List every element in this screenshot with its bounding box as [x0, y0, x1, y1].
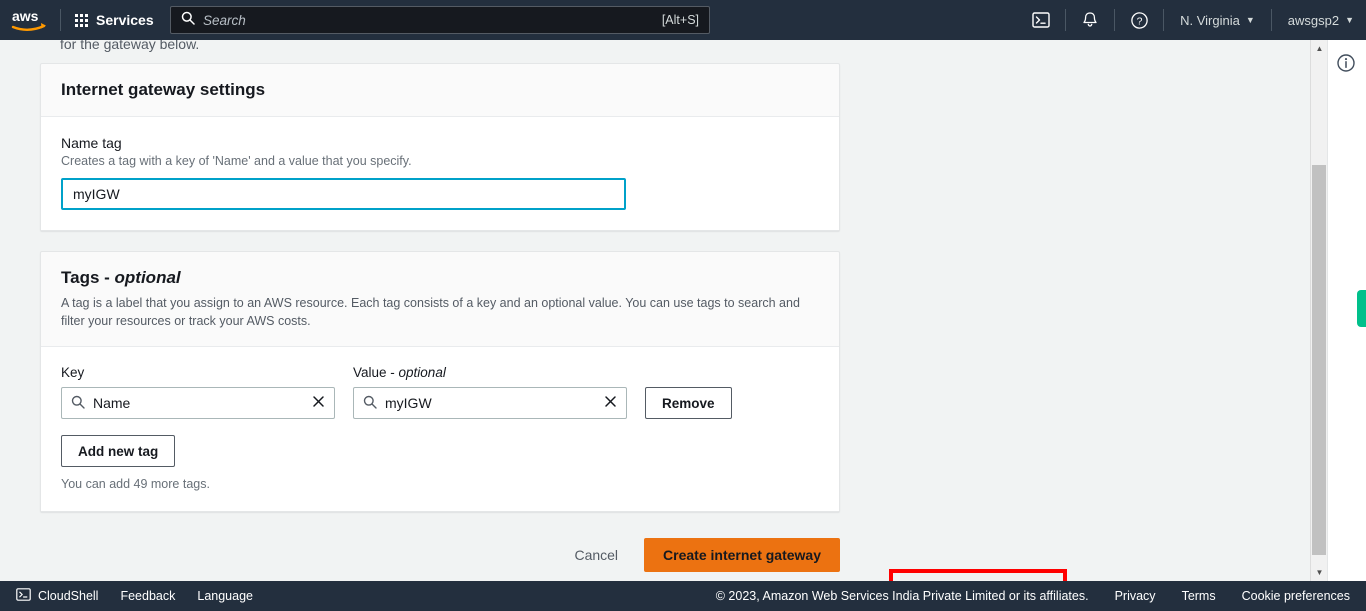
nav-divider: [60, 9, 61, 31]
chevron-down-icon: ▼: [1245, 14, 1255, 25]
tag-value-column: Value - optional myIGW: [353, 365, 627, 420]
footer-cloudshell-label: CloudShell: [38, 589, 99, 603]
tags-card-title-main: Tags -: [61, 268, 115, 287]
footer-left-group: CloudShell Feedback Language: [0, 587, 253, 605]
tag-row: Key Name Value - optional myIGW Remove: [61, 365, 819, 420]
internet-gateway-settings-body: Name tag Creates a tag with a key of 'Na…: [41, 117, 839, 230]
search-shortcut-hint: [Alt+S]: [661, 13, 699, 27]
tag-value-input[interactable]: myIGW: [353, 387, 627, 420]
annotation-highlight-box: [889, 569, 1067, 581]
internet-gateway-settings-header: Internet gateway settings: [41, 64, 839, 117]
nav-divider: [1163, 9, 1165, 31]
remove-tag-button[interactable]: Remove: [645, 387, 732, 420]
grid-menu-icon: [75, 13, 88, 27]
feedback-side-tab[interactable]: [1357, 290, 1366, 327]
tags-card-description: A tag is a label that you assign to an A…: [61, 296, 800, 329]
footer-copyright: © 2023, Amazon Web Services India Privat…: [715, 589, 1089, 603]
footer-cookie-preferences-link[interactable]: Cookie preferences: [1242, 589, 1350, 603]
page-footer: CloudShell Feedback Language © 2023, Ama…: [0, 581, 1366, 611]
cloudshell-launch-button[interactable]: [1021, 0, 1061, 40]
aws-logo-icon[interactable]: aws: [0, 0, 56, 40]
tags-card-header: Tags - optional A tag is a label that yo…: [41, 252, 839, 348]
close-icon[interactable]: [604, 395, 617, 411]
add-new-tag-button[interactable]: Add new tag: [61, 435, 176, 468]
tags-card-body: Key Name Value - optional myIGW Remove A…: [41, 347, 839, 512]
tag-key-value[interactable]: Name: [93, 395, 304, 411]
tags-remaining-hint: You can add 49 more tags.: [61, 477, 210, 492]
page-scrollbar[interactable]: ▲ ▼: [1310, 40, 1327, 581]
top-navigation-bar: aws Services Search [Alt+S] ? N. Virgini…: [0, 0, 1366, 40]
nav-right-group: ? N. Virginia ▼ awsgsp2 ▼: [1021, 0, 1366, 40]
name-tag-input[interactable]: myIGW: [61, 178, 626, 210]
search-icon: [363, 395, 377, 412]
svg-text:?: ?: [1136, 15, 1142, 27]
footer-feedback-link[interactable]: Feedback: [120, 589, 175, 603]
chevron-down-icon: ▼: [1345, 14, 1354, 25]
scroll-down-arrow-icon[interactable]: ▼: [1311, 564, 1328, 581]
footer-right-group: © 2023, Amazon Web Services India Privat…: [716, 589, 1366, 603]
form-actions-row: Cancel Create internet gateway: [0, 528, 1310, 581]
tag-value-label-optional: optional: [398, 365, 446, 381]
name-tag-label: Name tag: [61, 135, 122, 151]
notifications-bell-button[interactable]: [1070, 0, 1110, 40]
tag-value-label: Value - optional: [353, 365, 627, 380]
services-menu-button[interactable]: Services: [65, 0, 164, 40]
main-content-area: for the gateway below. Internet gateway …: [0, 40, 1310, 581]
region-selector-button[interactable]: N. Virginia ▼: [1168, 0, 1267, 40]
services-menu-label: Services: [96, 12, 154, 28]
cancel-button[interactable]: Cancel: [574, 547, 618, 563]
account-menu-button[interactable]: awsgsp2 ▼: [1276, 0, 1366, 40]
tag-key-label: Key: [61, 365, 85, 381]
tag-key-column: Key Name: [61, 365, 335, 420]
internet-gateway-settings-title: Internet gateway settings: [61, 80, 266, 99]
scroll-up-arrow-icon[interactable]: ▲: [1311, 40, 1328, 57]
nav-divider: [1270, 9, 1272, 31]
svg-text:aws: aws: [12, 8, 39, 24]
search-icon: [71, 395, 85, 412]
nav-divider: [1114, 9, 1116, 31]
cloudshell-icon: [16, 587, 31, 605]
name-tag-hint: Creates a tag with a key of 'Name' and a…: [61, 154, 412, 168]
region-selector-label: N. Virginia: [1180, 12, 1240, 28]
scrollbar-thumb[interactable]: [1312, 165, 1326, 555]
tag-key-input[interactable]: Name: [61, 387, 335, 420]
info-panel-toggle-button[interactable]: [1334, 51, 1358, 75]
close-icon[interactable]: [312, 395, 325, 411]
tag-value-label-main: Value -: [353, 365, 399, 381]
tags-card-title-optional: optional: [114, 268, 181, 287]
tags-card: Tags - optional A tag is a label that yo…: [40, 251, 840, 513]
wizard-intro-text: for the gateway below.: [60, 40, 200, 52]
tags-card-title: Tags - optional: [61, 268, 819, 288]
create-internet-gateway-form: Internet gateway settings Name tag Creat…: [40, 63, 840, 532]
internet-gateway-settings-card: Internet gateway settings Name tag Creat…: [40, 63, 840, 231]
create-internet-gateway-button[interactable]: Create internet gateway: [644, 538, 840, 572]
search-icon: [181, 11, 195, 30]
nav-divider: [1065, 9, 1067, 31]
footer-terms-link[interactable]: Terms: [1182, 589, 1216, 603]
footer-cloudshell-button[interactable]: CloudShell: [16, 587, 98, 605]
global-search-bar[interactable]: Search [Alt+S]: [170, 6, 710, 34]
search-input[interactable]: Search: [203, 13, 662, 28]
right-side-rail: [1327, 40, 1366, 581]
help-question-button[interactable]: ?: [1119, 0, 1159, 40]
account-menu-label: awsgsp2: [1287, 12, 1340, 28]
footer-privacy-link[interactable]: Privacy: [1115, 589, 1156, 603]
footer-language-link[interactable]: Language: [197, 589, 253, 603]
tag-value-value[interactable]: myIGW: [385, 395, 596, 411]
